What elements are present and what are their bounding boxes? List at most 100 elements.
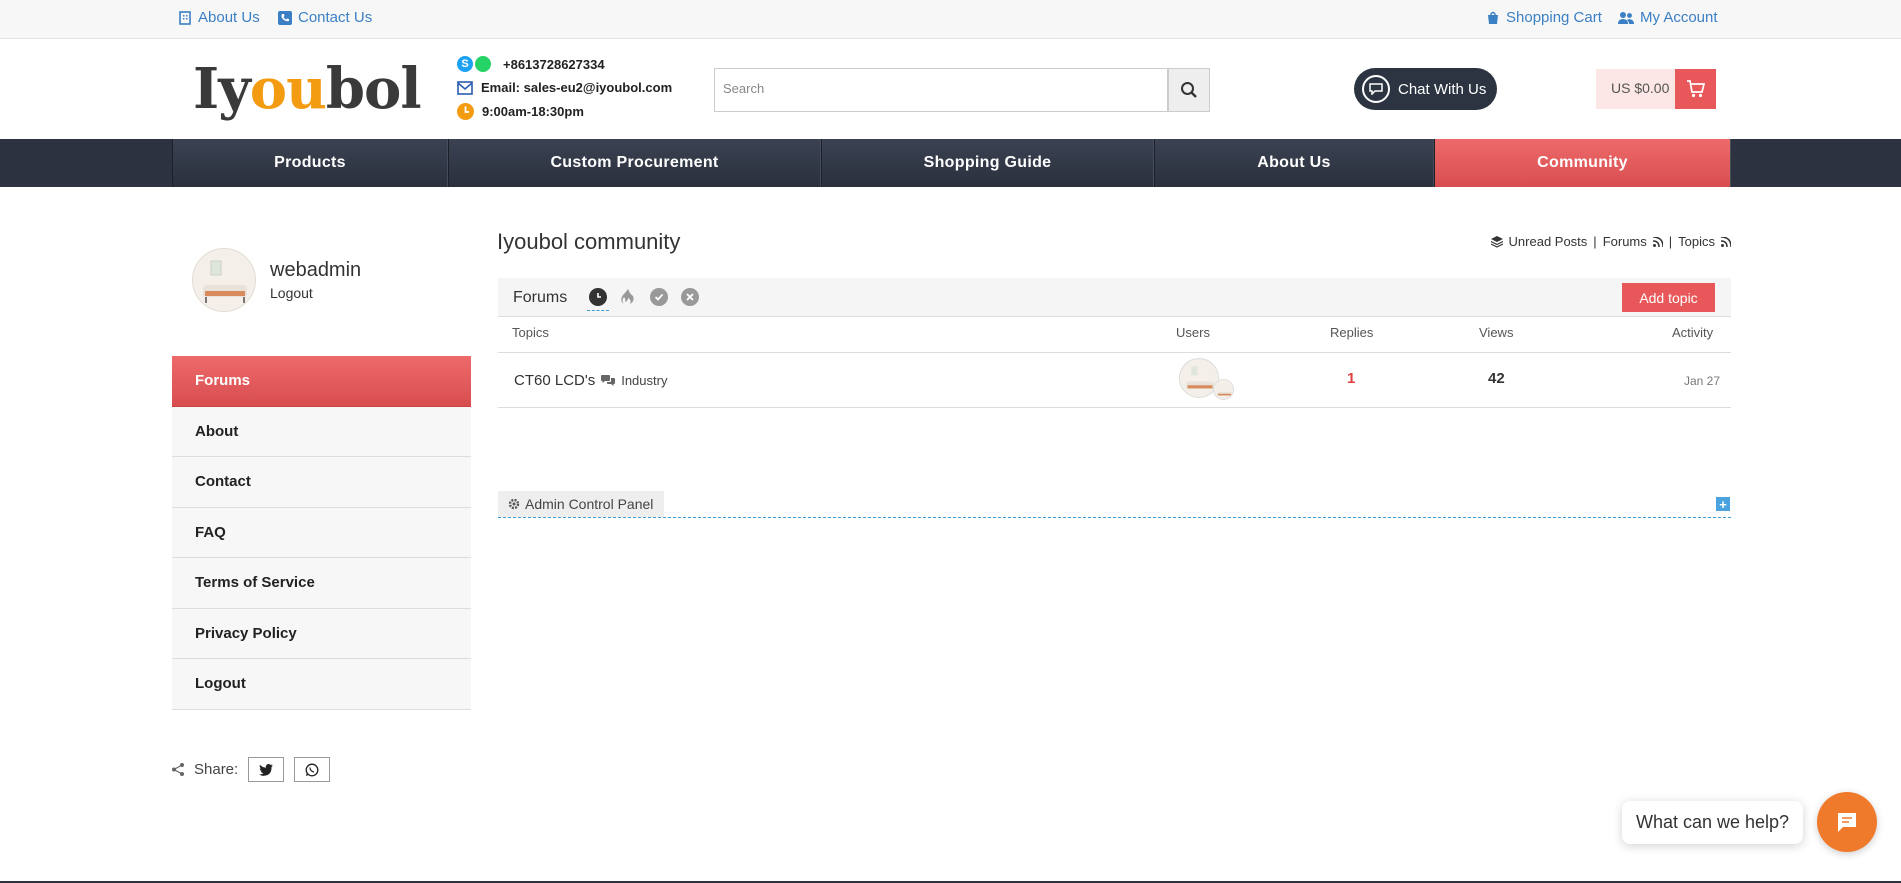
table-row[interactable]: CT60 LCD's Industry	[514, 372, 667, 389]
cart-button[interactable]	[1675, 69, 1716, 109]
top-shopping-cart-link[interactable]: Shopping Cart	[1486, 9, 1602, 26]
views-count: 42	[1488, 370, 1505, 387]
top-about-us-label: About Us	[198, 9, 260, 26]
envelope-icon	[457, 80, 473, 95]
forums-label: Forums	[513, 289, 568, 306]
layers-icon	[1490, 235, 1503, 248]
column-header-activity: Activity	[1672, 325, 1714, 340]
topic-category[interactable]: Industry	[621, 373, 667, 388]
chat-with-us-button[interactable]: Chat With Us	[1354, 68, 1497, 110]
header-divider	[498, 352, 1731, 353]
profile-username: webadmin	[270, 259, 362, 281]
forum-top-links: Unread Posts | Forums | Topics	[1490, 234, 1731, 249]
topics-rss-link[interactable]: Topics	[1678, 234, 1715, 249]
users-icon	[1618, 11, 1634, 24]
expand-plus-button[interactable]: +	[1716, 497, 1730, 511]
top-contact-us-link[interactable]: Contact Us	[278, 9, 372, 26]
building-icon	[179, 10, 191, 25]
page-title: Iyoubol community	[497, 229, 681, 254]
admin-control-panel-label: Admin Control Panel	[525, 496, 654, 512]
recent-clock-icon[interactable]	[589, 288, 607, 306]
nav-community[interactable]: Community	[1434, 139, 1731, 187]
nav-shopping-guide[interactable]: Shopping Guide	[821, 139, 1154, 187]
share-label: Share:	[194, 761, 239, 778]
search-button[interactable]	[1168, 68, 1210, 112]
fire-icon[interactable]	[619, 288, 637, 306]
hours-line: 9:00am-18:30pm	[457, 103, 584, 120]
clock-icon	[457, 103, 474, 120]
check-circle-icon[interactable]	[650, 288, 668, 306]
rss-icon[interactable]	[1721, 236, 1731, 247]
row-divider	[498, 407, 1731, 408]
column-header-replies: Replies	[1330, 325, 1374, 340]
share-whatsapp-button[interactable]	[294, 757, 331, 782]
business-hours: 9:00am-18:30pm	[482, 104, 584, 119]
email-address[interactable]: Email: sales-eu2@iyoubol.com	[481, 80, 672, 95]
sofa-image	[203, 260, 247, 303]
phone-icon	[278, 10, 292, 25]
sidebar-item-faq[interactable]: FAQ	[172, 507, 471, 558]
link-separator: |	[1668, 234, 1673, 249]
chat-launcher-button[interactable]	[1817, 792, 1877, 852]
logo-part-1: Iy	[193, 56, 251, 122]
profile-logout-link[interactable]: Logout	[270, 285, 313, 301]
help-bubble[interactable]: What can we help?	[1622, 801, 1803, 844]
sidebar-item-forums[interactable]: Forums	[172, 356, 471, 407]
cart-icon	[1686, 80, 1705, 98]
avatar[interactable]	[192, 248, 256, 312]
rss-icon[interactable]	[1652, 236, 1663, 247]
share-icon	[172, 763, 184, 776]
share-twitter-button[interactable]	[248, 757, 285, 782]
top-my-account-label: My Account	[1640, 9, 1718, 26]
nav-products[interactable]: Products	[172, 139, 448, 187]
sidebar-item-about[interactable]: About	[172, 406, 471, 457]
search-input[interactable]: Search	[714, 68, 1168, 112]
sidebar-item-privacy[interactable]: Privacy Policy	[172, 608, 471, 659]
email-line: Email: sales-eu2@iyoubol.com	[457, 80, 672, 95]
twitter-icon	[259, 763, 274, 776]
chat-with-us-label: Chat With Us	[1398, 80, 1487, 98]
search-icon	[1181, 82, 1197, 98]
logo-part-2: ou	[249, 56, 327, 122]
topic-title[interactable]: CT60 LCD's	[514, 372, 595, 389]
chat-bubble-icon	[1362, 75, 1390, 103]
nav-custom-procurement[interactable]: Custom Procurement	[448, 139, 821, 187]
whatsapp-icon[interactable]	[475, 56, 491, 72]
column-header-topics: Topics	[512, 325, 549, 340]
phone-line: S +8613728627334	[457, 56, 605, 72]
chat-icon	[1838, 813, 1856, 832]
top-my-account-link[interactable]: My Account	[1618, 9, 1718, 26]
replies-count: 1	[1347, 370, 1356, 387]
active-filter-underline	[587, 310, 609, 311]
forums-rss-link[interactable]: Forums	[1603, 234, 1647, 249]
top-shopping-cart-label: Shopping Cart	[1506, 9, 1602, 26]
sidebar-item-logout[interactable]: Logout	[172, 659, 471, 710]
top-about-us-link[interactable]: About Us	[178, 9, 260, 26]
activity-date: Jan 27	[1684, 374, 1721, 388]
comments-icon	[601, 374, 616, 386]
top-bar: About Us Contact Us Shopping Cart My Acc…	[0, 0, 1901, 39]
skype-icon[interactable]: S	[457, 56, 473, 72]
close-circle-icon[interactable]	[681, 288, 699, 306]
gear-icon	[508, 498, 520, 510]
column-header-users: Users	[1176, 325, 1210, 340]
logo-part-3: bol	[325, 56, 422, 122]
sidebar-item-contact[interactable]: Contact	[172, 457, 471, 508]
whatsapp-icon	[305, 763, 319, 776]
site-header: Iyoubol S +8613728627334 Email: sales-eu…	[0, 40, 1901, 139]
site-logo[interactable]: Iyoubol	[193, 54, 422, 124]
column-header-views: Views	[1479, 325, 1514, 340]
link-separator: |	[1593, 234, 1597, 249]
main-nav: Products Custom Procurement Shopping Gui…	[0, 139, 1901, 187]
sidebar-item-terms[interactable]: Terms of Service	[172, 558, 471, 609]
shopping-bag-icon	[1488, 11, 1498, 24]
forums-toolbar: Forums Add topic	[498, 278, 1731, 317]
top-contact-us-label: Contact Us	[298, 9, 373, 26]
nav-about-us[interactable]: About Us	[1154, 139, 1434, 187]
avatar[interactable]	[1213, 379, 1234, 400]
phone-number: +8613728627334	[503, 56, 605, 72]
add-topic-button[interactable]: Add topic	[1622, 283, 1715, 312]
sidebar-menu: Forums About Contact FAQ Terms of Servic…	[172, 356, 471, 710]
admin-control-panel-tab[interactable]: Admin Control Panel	[498, 491, 664, 517]
unread-posts-link[interactable]: Unread Posts	[1509, 234, 1588, 249]
